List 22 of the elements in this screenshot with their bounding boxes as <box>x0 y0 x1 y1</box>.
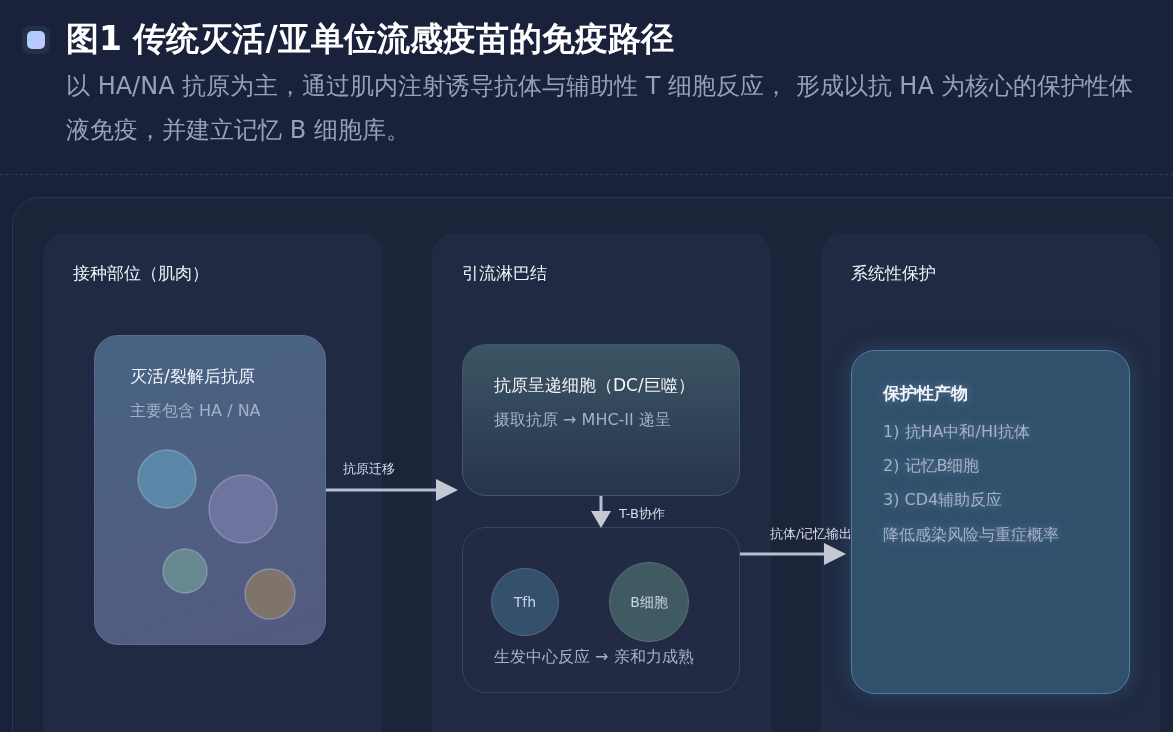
column-title: 引流淋巴结 <box>462 262 547 285</box>
box-subtitle: 主要包含 HA / NA <box>130 400 261 422</box>
column-title: 接种部位（肌肉） <box>73 262 209 285</box>
list-item: 3) CD4辅助反应 <box>883 489 1003 511</box>
cell-node: B细胞 <box>609 562 689 642</box>
box-subtitle: 摄取抗原 → MHC-II 递呈 <box>494 409 671 431</box>
flow-arrow <box>591 496 611 528</box>
page-title: 图1 传统灭活/亚单位流感疫苗的免疫路径 <box>66 18 675 60</box>
column-title: 系统性保护 <box>851 262 936 285</box>
list-item: 降低感染风险与重症概率 <box>883 524 1059 546</box>
arrow-label: 抗原迁移 <box>343 460 395 478</box>
box-caption: 生发中心反应 → 亲和力成熟 <box>494 646 694 668</box>
page-subtitle: 以 HA/NA 抗原为主，通过肌内注射诱导抗体与辅助性 T 细胞反应， 形成以抗 HA 为核心的保护性体液免疫，并建立记忆 B 细胞库。 <box>66 71 1135 146</box>
cell-node: Tfh <box>491 568 559 636</box>
list-item: 2) 记忆B细胞 <box>883 455 980 477</box>
arrow-label: T-B协作 <box>619 505 665 523</box>
arrow-label: 抗体/记忆输出 <box>770 525 853 543</box>
box-title: 灭活/裂解后抗原 <box>130 365 255 388</box>
box-title: 保护性产物 <box>883 382 968 405</box>
list-item: 1) 抗HA中和/HI抗体 <box>883 421 1030 443</box>
box-title: 抗原呈递细胞（DC/巨噬） <box>494 374 695 397</box>
logo-icon <box>22 26 50 54</box>
